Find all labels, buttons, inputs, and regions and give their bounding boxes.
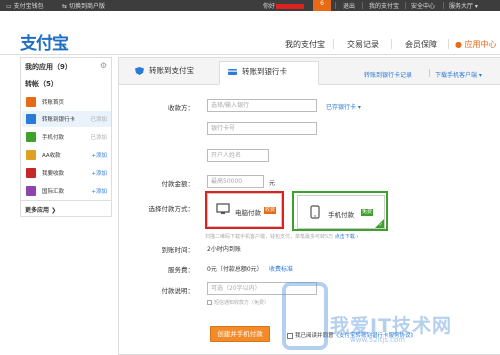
tab-transfer-alipay[interactable]: 转账到支付宝	[127, 61, 215, 85]
greeting: 你好	[263, 1, 305, 10]
sidebar-item-mobile-pay[interactable]: 手机付款 已添加	[22, 129, 111, 145]
payee-label: 收款方：	[168, 104, 194, 112]
sidebar-item-transfer-home[interactable]: 转账首页	[22, 94, 111, 110]
download-link[interactable]: 点击下载 ›	[335, 234, 359, 240]
arrival-value: 2小时内到账	[207, 246, 241, 253]
divider	[429, 69, 430, 77]
note-label: 付款说明：	[161, 287, 195, 295]
bank-card-icon	[26, 114, 36, 124]
divider	[448, 39, 449, 49]
top-bar: ▭ 支付宝钱包 ⇆ 切换到商户版 你好 6 退出 我的支付宝 安全中心 服务大厅…	[0, 0, 500, 11]
service-hall-menu[interactable]: 服务大厅 ▾	[449, 1, 478, 10]
nav-app-center[interactable]: ● 应用中心	[455, 39, 497, 50]
divider	[335, 2, 336, 9]
highlight-box-pc	[205, 191, 284, 229]
redacted-username	[276, 4, 305, 9]
highlight-box-mobile	[292, 191, 388, 231]
globe-icon	[26, 186, 36, 196]
method-label: 选择付款方式：	[148, 205, 195, 213]
switch-merchant-link[interactable]: ⇆ 切换到商户版	[62, 1, 105, 10]
arrival-label: 到账时间：	[161, 246, 195, 254]
add-link[interactable]: +添加	[91, 169, 107, 177]
agreement: 我已阅读并同意《支付宝转账到银行卡服务协议》	[287, 331, 416, 339]
nav-transactions[interactable]: 交易记录	[347, 39, 379, 50]
divider	[333, 39, 334, 49]
bank-select[interactable]: 选择/输入银行	[207, 99, 317, 112]
alipay-logo[interactable]: 支付宝	[20, 29, 69, 54]
fee-standard-link[interactable]: 收费标准	[269, 264, 293, 273]
nav-my-alipay[interactable]: 我的支付宝	[285, 39, 325, 50]
shield-icon	[135, 67, 144, 75]
divider	[21, 200, 111, 201]
sidebar-title: 我的应用（9）	[25, 63, 72, 71]
amount-input[interactable]: 最高50000	[207, 175, 264, 188]
gear-icon[interactable]: ⚙	[100, 61, 107, 70]
divider	[391, 39, 392, 49]
collect-icon	[26, 168, 36, 178]
fee-value: 0元（付款总额0元）	[207, 266, 263, 273]
add-link[interactable]: +添加	[91, 151, 107, 159]
card-number-input[interactable]: 银行卡号	[207, 122, 317, 135]
header: 支付宝 我的支付宝 交易记录 会员保障 ● 应用中心	[0, 11, 500, 55]
my-alipay-link[interactable]: 我的支付宝	[369, 1, 399, 10]
tab-bar: 转账到支付宝 转账到银行卡 转账到银行卡记录 下载手机客户端 ▾	[119, 58, 500, 85]
sidebar-item-bank-card[interactable]: 转账到银行卡 已添加	[22, 111, 111, 127]
method-hint: 扫描二维码下载手机客户端，钱包支付，单笔最多可转5万 点击下载 ›	[205, 234, 359, 240]
create-and-pay-button[interactable]: 创建并手机付款	[210, 326, 270, 342]
mobile-icon	[26, 132, 36, 142]
agree-checkbox[interactable]	[287, 332, 293, 339]
home-icon	[26, 97, 36, 107]
tab-transfer-bank[interactable]: 转账到银行卡	[219, 61, 319, 85]
aa-icon	[26, 150, 36, 160]
watermark-phone-icon	[282, 282, 328, 350]
more-apps-link[interactable]: 更多应用 ❯	[25, 205, 56, 214]
sidebar: 我的应用（9） ⚙ 转帐（5） 转账首页 转账到银行卡 已添加 手机付款 已添加…	[20, 57, 112, 217]
amount-unit: 元	[269, 180, 276, 187]
bank-card-icon	[228, 69, 237, 75]
security-center-link[interactable]: 安全中心	[411, 1, 435, 10]
bank-transfer-records-link[interactable]: 转账到银行卡记录	[364, 70, 412, 79]
divider	[362, 2, 363, 9]
sidebar-item-intl-remit[interactable]: 国际汇款 +添加	[22, 183, 111, 199]
agreement-link[interactable]: 《支付宝转账到银行卡服务协议》	[334, 333, 417, 339]
sidebar-item-collect[interactable]: 我要收款 +添加	[22, 165, 111, 181]
notification-badge[interactable]: 6	[313, 0, 331, 11]
sidebar-group-transfer[interactable]: 转帐（5）	[25, 79, 58, 89]
divider	[405, 2, 406, 9]
wallet-link[interactable]: ▭ 支付宝钱包	[6, 1, 44, 10]
fee-label: 服务费：	[168, 266, 194, 274]
add-link[interactable]: +添加	[91, 187, 107, 195]
account-name-input[interactable]: 开户人姓名	[207, 149, 269, 162]
sms-notify-option[interactable]: 短信通知收款方（免费）	[207, 299, 269, 306]
nav-member-protection[interactable]: 会员保障	[405, 39, 437, 50]
divider	[443, 2, 444, 9]
download-client-link[interactable]: 下载手机客户端 ▾	[435, 70, 482, 79]
sidebar-item-aa-collect[interactable]: AA收款 +添加	[22, 147, 111, 163]
saved-cards-dropdown[interactable]: 已存银行卡 ▾	[326, 102, 361, 111]
amount-label: 付款金额：	[161, 180, 195, 188]
logout-link[interactable]: 退出	[343, 1, 355, 10]
checkbox[interactable]	[207, 300, 212, 305]
